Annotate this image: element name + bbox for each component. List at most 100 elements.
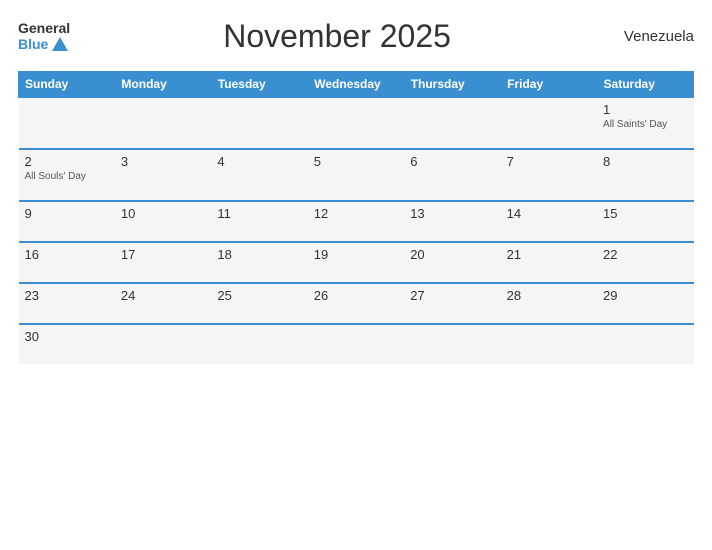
day-number: 13 bbox=[410, 206, 494, 221]
calendar-cell: 4 bbox=[211, 149, 307, 201]
calendar-cell: 11 bbox=[211, 201, 307, 242]
calendar-cell: 2 All Souls' Day bbox=[19, 149, 115, 201]
day-number: 15 bbox=[603, 206, 687, 221]
calendar-cell: 6 bbox=[404, 149, 500, 201]
logo-triangle-icon bbox=[52, 37, 68, 51]
weekday-row: SundayMondayTuesdayWednesdayThursdayFrid… bbox=[19, 72, 694, 98]
holiday-label: All Saints' Day bbox=[603, 119, 687, 130]
calendar-cell: 23 bbox=[19, 283, 115, 324]
day-number: 2 bbox=[25, 154, 109, 169]
calendar-cell: 25 bbox=[211, 283, 307, 324]
day-number: 4 bbox=[217, 154, 301, 169]
calendar-cell: 10 bbox=[115, 201, 211, 242]
day-number: 22 bbox=[603, 247, 687, 262]
calendar-cell bbox=[211, 324, 307, 364]
day-number: 24 bbox=[121, 288, 205, 303]
calendar-cell: 7 bbox=[501, 149, 597, 201]
day-number: 26 bbox=[314, 288, 398, 303]
day-number: 10 bbox=[121, 206, 205, 221]
weekday-header-tuesday: Tuesday bbox=[211, 72, 307, 98]
day-number: 27 bbox=[410, 288, 494, 303]
day-number: 5 bbox=[314, 154, 398, 169]
weekday-header-saturday: Saturday bbox=[597, 72, 693, 98]
calendar-cell: 20 bbox=[404, 242, 500, 283]
week-row-5: 23 24 25 26 27 28 29 bbox=[19, 283, 694, 324]
logo: General Blue bbox=[18, 21, 70, 52]
day-number: 21 bbox=[507, 247, 591, 262]
calendar-cell: 29 bbox=[597, 283, 693, 324]
calendar-cell: 17 bbox=[115, 242, 211, 283]
calendar-wrapper: General Blue November 2025 Venezuela Sun… bbox=[0, 0, 712, 550]
calendar-cell bbox=[308, 324, 404, 364]
day-number: 20 bbox=[410, 247, 494, 262]
day-number: 1 bbox=[603, 102, 687, 117]
logo-general-text: General bbox=[18, 21, 70, 36]
calendar-cell bbox=[308, 97, 404, 149]
weekday-header-thursday: Thursday bbox=[404, 72, 500, 98]
day-number: 11 bbox=[217, 206, 301, 221]
day-number: 7 bbox=[507, 154, 591, 169]
day-number: 17 bbox=[121, 247, 205, 262]
week-row-6: 30 bbox=[19, 324, 694, 364]
weekday-header-wednesday: Wednesday bbox=[308, 72, 404, 98]
weekday-header-monday: Monday bbox=[115, 72, 211, 98]
day-number: 16 bbox=[25, 247, 109, 262]
logo-blue-row: Blue bbox=[18, 37, 68, 52]
day-number: 9 bbox=[25, 206, 109, 221]
calendar-cell: 18 bbox=[211, 242, 307, 283]
week-row-4: 16 17 18 19 20 21 22 bbox=[19, 242, 694, 283]
country-label: Venezuela bbox=[604, 28, 694, 45]
calendar-cell: 14 bbox=[501, 201, 597, 242]
calendar-cell bbox=[115, 97, 211, 149]
day-number: 14 bbox=[507, 206, 591, 221]
day-number: 3 bbox=[121, 154, 205, 169]
week-row-2: 2 All Souls' Day 345678 bbox=[19, 149, 694, 201]
day-number: 28 bbox=[507, 288, 591, 303]
calendar-cell bbox=[115, 324, 211, 364]
calendar-table: SundayMondayTuesdayWednesdayThursdayFrid… bbox=[18, 71, 694, 364]
day-number: 29 bbox=[603, 288, 687, 303]
calendar-header: General Blue November 2025 Venezuela bbox=[18, 18, 694, 61]
calendar-cell: 22 bbox=[597, 242, 693, 283]
calendar-cell: 30 bbox=[19, 324, 115, 364]
calendar-cell: 27 bbox=[404, 283, 500, 324]
calendar-cell: 9 bbox=[19, 201, 115, 242]
calendar-cell bbox=[404, 97, 500, 149]
calendar-cell: 15 bbox=[597, 201, 693, 242]
day-number: 23 bbox=[25, 288, 109, 303]
calendar-cell bbox=[404, 324, 500, 364]
day-number: 8 bbox=[603, 154, 687, 169]
calendar-cell: 19 bbox=[308, 242, 404, 283]
weekday-header-friday: Friday bbox=[501, 72, 597, 98]
holiday-label: All Souls' Day bbox=[25, 171, 109, 182]
calendar-cell bbox=[19, 97, 115, 149]
calendar-title: November 2025 bbox=[70, 18, 604, 55]
calendar-cell bbox=[597, 324, 693, 364]
calendar-body: 1 All Saints' Day 2 All Souls' Day 345678 9 10… bbox=[19, 97, 694, 364]
day-number: 19 bbox=[314, 247, 398, 262]
week-row-3: 9 10 11 12 13 14 15 bbox=[19, 201, 694, 242]
calendar-cell: 8 bbox=[597, 149, 693, 201]
weekday-header-sunday: Sunday bbox=[19, 72, 115, 98]
calendar-cell: 5 bbox=[308, 149, 404, 201]
day-number: 18 bbox=[217, 247, 301, 262]
calendar-cell bbox=[211, 97, 307, 149]
day-number: 25 bbox=[217, 288, 301, 303]
logo-blue-text: Blue bbox=[18, 37, 48, 52]
calendar-cell: 12 bbox=[308, 201, 404, 242]
calendar-cell: 26 bbox=[308, 283, 404, 324]
calendar-cell bbox=[501, 324, 597, 364]
day-number: 12 bbox=[314, 206, 398, 221]
calendar-cell bbox=[501, 97, 597, 149]
week-row-1: 1 All Saints' Day bbox=[19, 97, 694, 149]
calendar-cell: 24 bbox=[115, 283, 211, 324]
calendar-cell: 3 bbox=[115, 149, 211, 201]
day-number: 6 bbox=[410, 154, 494, 169]
calendar-cell: 13 bbox=[404, 201, 500, 242]
calendar-cell: 28 bbox=[501, 283, 597, 324]
calendar-cell: 16 bbox=[19, 242, 115, 283]
day-number: 30 bbox=[25, 329, 109, 344]
calendar-cell: 21 bbox=[501, 242, 597, 283]
calendar-header-row: SundayMondayTuesdayWednesdayThursdayFrid… bbox=[19, 72, 694, 98]
calendar-cell: 1 All Saints' Day bbox=[597, 97, 693, 149]
